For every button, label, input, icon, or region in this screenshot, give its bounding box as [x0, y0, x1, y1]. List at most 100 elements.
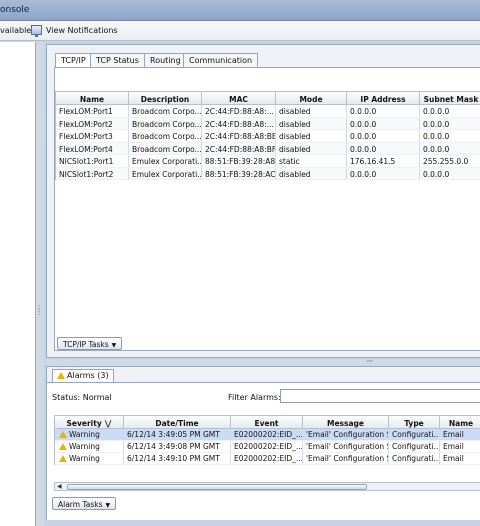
- view-notifications-button[interactable]: View Notifications: [46, 26, 118, 35]
- cell-event: E02000202:EID_...: [231, 453, 303, 464]
- cell-mac: 2C:44:FD:88:A8:...: [202, 117, 276, 129]
- cell-mode: static: [276, 155, 347, 167]
- cell-severity: Warning: [55, 441, 124, 452]
- cell-name: FlexLOM:Port2: [56, 117, 129, 129]
- cell-subnet-mask: 0.0.0.0: [423, 144, 450, 154]
- cell-ip-address: 0.0.0.0: [347, 167, 420, 179]
- filter-alarms-input[interactable]: [280, 389, 480, 403]
- cell-ip-address: 0.0.0.0: [347, 105, 420, 117]
- notifications-icon[interactable]: [31, 25, 42, 37]
- table-row[interactable]: FlexLOM:Port4 Broadcom Corpo... 2C:44:FD…: [56, 142, 480, 155]
- column-header-event[interactable]: Event: [231, 416, 303, 428]
- navigation-pane: [0, 42, 36, 526]
- alarms-available-menu[interactable]: vailable: [0, 26, 31, 35]
- table-row[interactable]: NICSlot1:Port1 Emulex Corporati... 88:51…: [56, 155, 480, 168]
- warning-icon: [59, 443, 67, 450]
- cell-event: E02000202:EID_...: [231, 429, 303, 440]
- window-titlebar: onsole: [0, 0, 480, 21]
- cell-mode: disabled: [276, 105, 347, 117]
- table-row[interactable]: NICSlot1:Port2 Emulex Corporati... 88:51…: [56, 167, 480, 180]
- alarms-panel: Alarms (3) Status: Normal Filter Alarms:…: [46, 366, 480, 520]
- cell-name: Email: [443, 430, 464, 439]
- alarms-tab-label: Alarms (3): [67, 371, 109, 380]
- column-header-datetime[interactable]: Date/Time: [124, 416, 231, 428]
- tab-tcpip[interactable]: TCP/IP: [55, 53, 92, 68]
- alarm-row[interactable]: Warning 6/12/14 3:49:08 PM GMT E02000202…: [55, 441, 480, 453]
- cell-name: NICSlot1:Port1: [56, 155, 129, 167]
- tcpip-tasks-button[interactable]: TCP/IP Tasks ▼: [57, 337, 123, 350]
- severity-text: Warning: [69, 454, 100, 463]
- cell-name: NICSlot1:Port2: [56, 167, 129, 179]
- cell-subnet-mask: 255.255.0.0: [423, 157, 469, 166]
- column-header-subnet-mask[interactable]: Subnet Mask: [420, 92, 480, 104]
- column-header-type[interactable]: Type: [389, 416, 440, 428]
- warning-icon: [59, 455, 67, 462]
- tab-communication[interactable]: Communication: [183, 53, 259, 67]
- cell-mode: disabled: [276, 167, 347, 179]
- warning-icon: [59, 431, 67, 438]
- tab-tcp-status[interactable]: TCP Status: [90, 53, 145, 67]
- filter-alarms-label: Filter Alarms:: [228, 393, 281, 402]
- column-header-mode[interactable]: Mode: [276, 92, 347, 104]
- vertical-splitter[interactable]: :::: [36, 42, 44, 526]
- cell-description: Broadcom Corpo...: [129, 105, 202, 117]
- scroll-left-icon[interactable]: ◀: [57, 483, 62, 490]
- column-header-severity[interactable]: Severity ⋁: [55, 416, 124, 428]
- horizontal-splitter[interactable]: ····: [46, 357, 480, 366]
- alarm-status: Status: Normal: [52, 393, 112, 402]
- cell-name: FlexLOM:Port4: [56, 142, 129, 154]
- table-row[interactable]: FlexLOM:Port1 Broadcom Corpo... 2C:44:FD…: [56, 105, 480, 118]
- cell-name: FlexLOM:Port1: [56, 105, 129, 117]
- alarm-tasks-button[interactable]: Alarm Tasks ▼: [52, 497, 117, 510]
- table-row[interactable]: FlexLOM:Port3 Broadcom Corpo... 2C:44:FD…: [56, 130, 480, 143]
- cell-mode: disabled: [276, 142, 347, 154]
- severity-text: Warning: [69, 442, 100, 451]
- cell-subnet-mask: 0.0.0.0: [423, 119, 450, 129]
- alarms-table: Severity ⋁ Date/Time Event Message Type N…: [54, 415, 480, 465]
- column-header-name[interactable]: Name: [56, 92, 129, 104]
- table-row[interactable]: FlexLOM:Port2 Broadcom Corpo... 2C:44:FD…: [56, 117, 480, 130]
- network-panel: TCP/IP TCP Status Routing Communication …: [46, 44, 480, 358]
- status-label: Status:: [52, 393, 81, 402]
- dropdown-arrow-icon: ▼: [105, 502, 111, 509]
- tcpip-table: Name Description MAC Mode IP Address Sub…: [55, 91, 480, 180]
- column-header-name[interactable]: Name: [440, 416, 480, 428]
- window-title: onsole: [0, 5, 30, 15]
- alarm-row[interactable]: Warning 6/12/14 3:49:05 PM GMT E02000202…: [55, 429, 480, 441]
- alarms-body: Status: Normal Filter Alarms: Severity ⋁ …: [47, 382, 480, 520]
- cell-ip-address: 0.0.0.0: [347, 117, 420, 129]
- tab-alarms[interactable]: Alarms (3): [52, 369, 114, 382]
- column-header-mac[interactable]: MAC: [202, 92, 276, 104]
- alarms-horizontal-scrollbar[interactable]: ◀: [54, 482, 480, 491]
- splitter-grip-icon: ····: [366, 357, 373, 366]
- column-header-ip-address[interactable]: IP Address: [347, 92, 420, 104]
- cell-mac: 2C:44:FD:88:A8:...: [202, 105, 276, 117]
- alarm-tasks-label: Alarm Tasks: [58, 500, 103, 509]
- column-header-description[interactable]: Description: [129, 92, 202, 104]
- sort-down-icon: ⋁: [104, 419, 112, 428]
- cell-type: Configurati...: [389, 453, 440, 464]
- cell-type: Configurati...: [389, 441, 440, 452]
- tcpip-tasks-label: TCP/IP Tasks: [63, 340, 109, 349]
- cell-mode: disabled: [276, 117, 347, 129]
- cell-name: Email: [443, 442, 464, 451]
- cell-subnet-mask: 0.0.0.0: [423, 132, 450, 141]
- column-header-message[interactable]: Message: [303, 416, 389, 428]
- alarm-row[interactable]: Warning 6/12/14 3:49:10 PM GMT E02000202…: [55, 453, 480, 465]
- table-header: Name Description MAC Mode IP Address Sub…: [56, 91, 480, 105]
- scrollbar-thumb[interactable]: [67, 484, 367, 490]
- cell-ip-address: 176.16.41.5: [347, 155, 420, 167]
- cell-datetime: 6/12/14 3:49:05 PM GMT: [124, 429, 231, 440]
- tab-routing[interactable]: Routing: [144, 53, 187, 67]
- cell-subnet-mask: 0.0.0.0: [423, 169, 450, 179]
- splitter-grip-icon: :::: [38, 303, 41, 317]
- cell-message: 'Email' Configuration S...: [303, 441, 389, 452]
- severity-text: Warning: [69, 430, 100, 439]
- warning-icon: [57, 372, 65, 379]
- cell-name: FlexLOM:Port3: [56, 130, 129, 142]
- cell-ip-address: 0.0.0.0: [347, 142, 420, 154]
- cell-type: Configurati...: [389, 429, 440, 440]
- cell-message: 'Email' Configuration S...: [303, 429, 389, 440]
- cell-datetime: 6/12/14 3:49:08 PM GMT: [124, 441, 231, 452]
- table-header: Severity ⋁ Date/Time Event Message Type N…: [55, 415, 480, 429]
